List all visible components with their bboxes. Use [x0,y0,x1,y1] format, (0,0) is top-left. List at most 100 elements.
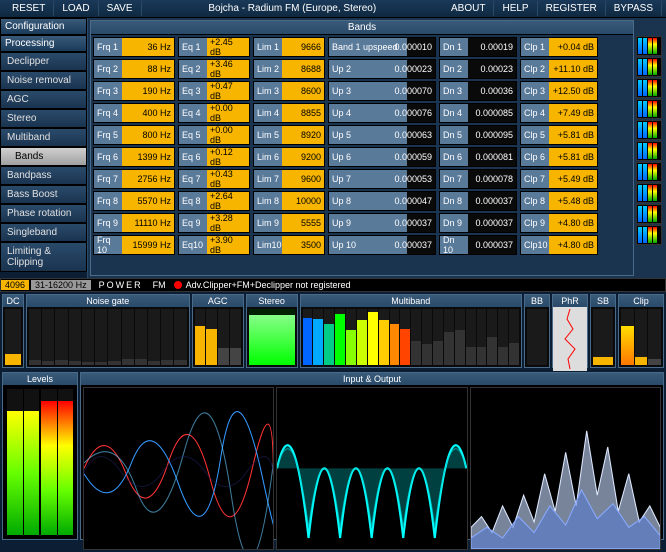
sidebar-item-agc[interactable]: AGC [0,90,87,109]
band-lim-3[interactable]: Lim 38600 [253,81,325,101]
levels-panel: Levels [2,372,78,540]
sidebar-item-phase-rotation[interactable]: Phase rotation [0,204,87,223]
band-eq-3[interactable]: Eq 3+0.47 dB [178,81,250,101]
band-eq-8[interactable]: Eq 8+2.64 dB [178,191,250,211]
vu-meter-4 [636,99,662,119]
clip-meter: Clip [618,294,664,368]
sidebar-item-bandpass[interactable]: Bandpass [0,166,87,185]
band-clp-4[interactable]: Clp 4+7.49 dB [520,103,598,123]
band-up-9[interactable]: Up 90.000037 [328,213,436,233]
register-button[interactable]: REGISTER [538,1,606,16]
band-frq-7[interactable]: Frq 72756 Hz [93,169,175,189]
save-button[interactable]: SAVE [99,1,142,16]
sidebar-item-noise-removal[interactable]: Noise removal [0,71,87,90]
sidebar-item-multiband[interactable]: Multiband [0,128,87,147]
vu-meter-10 [636,225,662,245]
sidebar-item-declipper[interactable]: Declipper [0,52,87,71]
waveform-processed [276,387,467,550]
band-clp-5[interactable]: Clp 5+5.81 dB [520,125,598,145]
band-clp-6[interactable]: Clp 6+5.81 dB [520,147,598,167]
band-dn-3[interactable]: Dn 30.00036 [439,81,517,101]
band-clp-10[interactable]: Clp10+4.80 dB [520,235,598,255]
band-lim-9[interactable]: Lim 95555 [253,213,325,233]
band-dn-1[interactable]: Dn 10.00019 [439,37,517,57]
band-eq-9[interactable]: Eq 9+3.28 dB [178,213,250,233]
band-frq-5[interactable]: Frq 5800 Hz [93,125,175,145]
multiband-meter: Multiband [300,294,522,368]
band-frq-9[interactable]: Frq 911110 Hz [93,213,175,233]
sidebar-header-configuration[interactable]: Configuration [0,18,87,35]
band-dn-8[interactable]: Dn 80.000037 [439,191,517,211]
logo-fm: FM [149,280,170,290]
band-eq-2[interactable]: Eq 2+3.46 dB [178,59,250,79]
reset-button[interactable]: RESET [4,1,54,16]
band-frq-10[interactable]: Frq 1015999 Hz [93,235,175,255]
band-frq-8[interactable]: Frq 85570 Hz [93,191,175,211]
band-up-8[interactable]: Up 80.000047 [328,191,436,211]
band-dn-9[interactable]: Dn 90.000037 [439,213,517,233]
band-lim-10[interactable]: Lim103500 [253,235,325,255]
io-title: Input & Output [81,373,663,385]
band-clp-7[interactable]: Clp 7+5.49 dB [520,169,598,189]
band-lim-1[interactable]: Lim 19666 [253,37,325,57]
band-lim-4[interactable]: Lim 48855 [253,103,325,123]
band-clp-9[interactable]: Clp 9+4.80 dB [520,213,598,233]
band-dn-6[interactable]: Dn 60.000081 [439,147,517,167]
sidebar-item-limiting-clipping[interactable]: Limiting & Clipping [0,242,87,272]
band-frq-1[interactable]: Frq 136 Hz [93,37,175,57]
bb-meter: BB [524,294,550,368]
band-dn-10[interactable]: Dn 100.000037 [439,235,517,255]
band-dn-2[interactable]: Dn 20.00023 [439,59,517,79]
band-lim-7[interactable]: Lim 79600 [253,169,325,189]
band-eq-7[interactable]: Eq 7+0.43 dB [178,169,250,189]
vu-meter-7 [636,162,662,182]
band-up-3[interactable]: Up 30.000070 [328,81,436,101]
band-lim-5[interactable]: Lim 58920 [253,125,325,145]
band-frq-2[interactable]: Frq 288 Hz [93,59,175,79]
band-clp-3[interactable]: Clp 3+12.50 dB [520,81,598,101]
load-button[interactable]: LOAD [54,1,98,16]
stereo-title: Stereo [247,295,297,307]
sidebar-item-singleband[interactable]: Singleband [0,223,87,242]
noise-gate-title: Noise gate [27,295,189,307]
band-up-5[interactable]: Up 50.000063 [328,125,436,145]
band-eq-5[interactable]: Eq 5+0.00 dB [178,125,250,145]
help-button[interactable]: HELP [494,1,537,16]
band-frq-6[interactable]: Frq 61399 Hz [93,147,175,167]
sidebar: Configuration Processing Declipper Noise… [0,18,88,278]
band-dn-5[interactable]: Dn 50.000095 [439,125,517,145]
dc-meter: DC [2,294,24,368]
band-clp-2[interactable]: Clp 2+11.10 dB [520,59,598,79]
clip-title: Clip [619,295,663,307]
band-up-2[interactable]: Up 20.000023 [328,59,436,79]
band-up-7[interactable]: Up 70.000053 [328,169,436,189]
band-lim-2[interactable]: Lim 28688 [253,59,325,79]
band-up-4[interactable]: Up 40.000076 [328,103,436,123]
sidebar-item-bands[interactable]: Bands [0,147,87,166]
band-lim-6[interactable]: Lim 69200 [253,147,325,167]
band-up-6[interactable]: Up 60.000059 [328,147,436,167]
bypass-button[interactable]: BYPASS [606,1,662,16]
band-frq-4[interactable]: Frq 4400 Hz [93,103,175,123]
band-dn-4[interactable]: Dn 40.000085 [439,103,517,123]
sidebar-header-processing[interactable]: Processing [0,35,87,52]
band-lim-8[interactable]: Lim 810000 [253,191,325,211]
noise-gate-meter: Noise gate [26,294,190,368]
band-clp-1[interactable]: Clp 1+0.04 dB [520,37,598,57]
status-buffer: 4096 [1,280,29,290]
about-button[interactable]: ABOUT [443,1,494,16]
sidebar-item-bass-boost[interactable]: Bass Boost [0,185,87,204]
phr-meter: PhR [552,294,588,368]
preset-name[interactable]: Bojcha - Radium FM (Europe, Stereo) [142,3,444,14]
band-dn-7[interactable]: Dn 70.000078 [439,169,517,189]
band-eq-6[interactable]: Eq 6+0.12 dB [178,147,250,167]
band-up-1[interactable]: Band 1 upspeed0.000010 [328,37,436,57]
sidebar-item-stereo[interactable]: Stereo [0,109,87,128]
band-eq-1[interactable]: Eq 1+2.45 dB [178,37,250,57]
band-eq-4[interactable]: Eq 4+0.00 dB [178,103,250,123]
band-eq-10[interactable]: Eq10+3.90 dB [178,235,250,255]
band-up-10[interactable]: Up 100.000037 [328,235,436,255]
band-frq-3[interactable]: Frq 3190 Hz [93,81,175,101]
band-clp-8[interactable]: Clp 8+5.48 dB [520,191,598,211]
vu-meter-2 [636,57,662,77]
